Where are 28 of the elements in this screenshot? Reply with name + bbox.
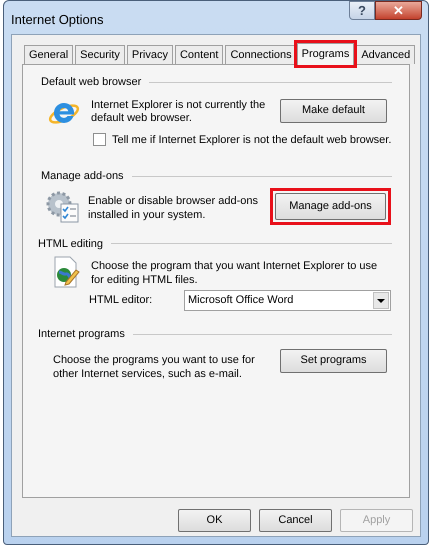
button[interactable]: Make default bbox=[280, 98, 387, 122]
description-text: Enable or disable browser add-ons installed in your system. bbox=[88, 194, 259, 222]
button[interactable]: Cancel bbox=[259, 509, 332, 532]
description-text: Choose the program that you want Internet Explorer to use for editing HTML files. bbox=[91, 259, 378, 287]
tab[interactable]: Content bbox=[174, 45, 224, 64]
description-text: Internet Explorer is not currently the default web browser. bbox=[91, 98, 266, 124]
tab[interactable]: Connections bbox=[225, 45, 297, 64]
tab[interactable]: General bbox=[24, 45, 74, 64]
section-heading: Default web browser bbox=[41, 75, 142, 90]
button[interactable]: OK bbox=[178, 509, 251, 532]
section-heading: Manage add-ons bbox=[41, 169, 124, 184]
help-button[interactable]: ? bbox=[349, 1, 375, 20]
editor-dropdown[interactable]: Microsoft Office Word bbox=[184, 290, 391, 311]
section-heading: HTML editing bbox=[38, 236, 104, 252]
document-globe-icon bbox=[52, 256, 80, 288]
section-heading: Internet programs bbox=[38, 327, 125, 342]
tab[interactable]: Programs bbox=[296, 43, 354, 65]
tab[interactable]: Advanced bbox=[356, 45, 416, 64]
button[interactable]: Set programs bbox=[280, 348, 387, 372]
field-label: HTML editor: bbox=[89, 293, 154, 308]
window-title: Internet Options bbox=[11, 11, 104, 29]
description-text: Choose the programs you want to use for other Internet services, such as e-mail. bbox=[53, 352, 256, 380]
checkbox-label: Tell me if Internet Explorer is not the default web browser. bbox=[112, 132, 392, 148]
button[interactable]: Manage add-ons bbox=[275, 192, 386, 220]
tab[interactable]: Privacy bbox=[126, 45, 173, 64]
tab[interactable]: Security bbox=[75, 45, 125, 64]
checkbox[interactable] bbox=[93, 133, 106, 146]
gear-checklist-icon bbox=[46, 190, 80, 222]
